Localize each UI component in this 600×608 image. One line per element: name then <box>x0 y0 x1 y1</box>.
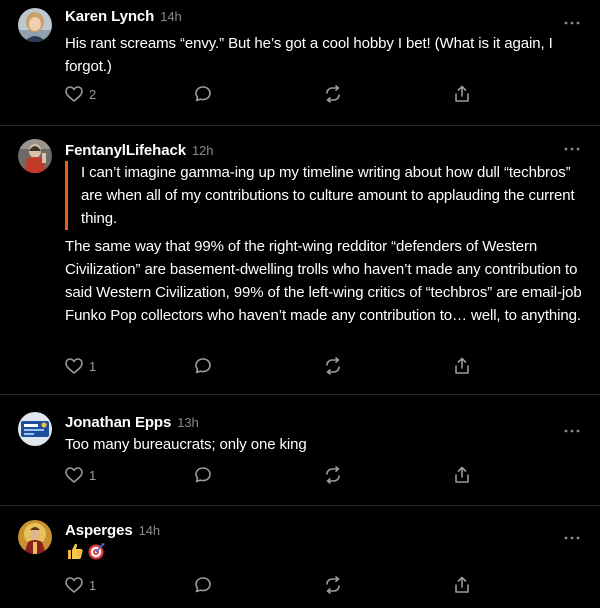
author-name[interactable]: FentanylLifehack <box>65 142 186 159</box>
author-line: Karen Lynch 14h <box>65 8 182 25</box>
action-bar: 1 <box>65 465 485 485</box>
avatar[interactable] <box>18 412 52 446</box>
restack-icon <box>324 466 342 484</box>
reply-button[interactable] <box>194 84 212 104</box>
avatar[interactable] <box>18 8 52 42</box>
share-icon <box>454 576 470 594</box>
comment-icon <box>194 85 212 103</box>
reply-button[interactable] <box>194 575 212 595</box>
action-bar: 2 <box>65 84 485 104</box>
comment-karen-lynch: Karen Lynch 14h His rant screams “envy.” … <box>0 0 600 125</box>
comment-jonathan-epps: Jonathan Epps 13h Too many bureaucrats; o… <box>0 395 600 505</box>
like-button[interactable]: 1 <box>65 356 96 376</box>
restack-icon <box>324 576 342 594</box>
heart-icon <box>65 467 83 483</box>
like-button[interactable]: 1 <box>65 465 96 485</box>
more-dots-icon[interactable] <box>564 527 580 540</box>
restack-icon <box>324 357 342 375</box>
timestamp[interactable]: 12h <box>192 143 213 158</box>
heart-icon <box>65 577 83 593</box>
author-name[interactable]: Asperges <box>65 522 133 539</box>
quoted-text: I can’t imagine gamma-ing up my timeline… <box>65 161 585 230</box>
more-dots-icon[interactable] <box>564 420 580 433</box>
timestamp[interactable]: 14h <box>160 9 181 24</box>
share-button[interactable] <box>454 356 470 376</box>
comment-icon <box>194 576 212 594</box>
comment-icon <box>194 357 212 375</box>
more-dots-icon[interactable] <box>564 12 580 25</box>
more-dots-icon[interactable] <box>564 138 580 151</box>
comment-fentanyllifehack: FentanylLifehack 12h I can’t imagine gamm… <box>0 126 600 394</box>
timestamp[interactable]: 13h <box>177 415 198 430</box>
author-name[interactable]: Karen Lynch <box>65 8 154 25</box>
comment-asperges: Asperges 14h 1 <box>0 506 600 608</box>
share-icon <box>454 466 470 484</box>
comment-body: His rant screams “envy.” But he’s got a … <box>65 35 553 75</box>
like-count: 2 <box>89 86 97 102</box>
share-icon <box>454 357 470 375</box>
thumbs-up-emoji-icon <box>65 541 85 566</box>
share-button[interactable] <box>454 84 470 104</box>
author-line: Asperges 14h <box>65 522 160 539</box>
restack-button[interactable] <box>324 356 342 376</box>
comments-feed: Karen Lynch 14h His rant screams “envy.” … <box>0 0 600 608</box>
like-count: 1 <box>89 577 97 593</box>
timestamp[interactable]: 14h <box>139 523 160 538</box>
reply-button[interactable] <box>194 465 212 485</box>
share-icon <box>454 85 470 103</box>
author-line: Jonathan Epps 13h <box>65 414 199 431</box>
emoji-line <box>65 542 106 564</box>
like-count: 1 <box>89 467 97 483</box>
comment-body: Too many bureaucrats; only one king <box>65 436 307 453</box>
heart-icon <box>65 358 83 374</box>
heart-icon <box>65 86 83 102</box>
restack-button[interactable] <box>324 575 342 595</box>
restack-button[interactable] <box>324 84 342 104</box>
author-name[interactable]: Jonathan Epps <box>65 414 171 431</box>
direct-hit-emoji-icon <box>86 541 106 566</box>
action-bar: 1 <box>65 575 485 595</box>
restack-button[interactable] <box>324 465 342 485</box>
like-button[interactable]: 1 <box>65 575 96 595</box>
like-button[interactable]: 2 <box>65 84 96 104</box>
like-count: 1 <box>89 358 97 374</box>
reply-button[interactable] <box>194 356 212 376</box>
action-bar: 1 <box>65 356 485 376</box>
share-button[interactable] <box>454 575 470 595</box>
avatar[interactable] <box>18 139 52 173</box>
share-button[interactable] <box>454 465 470 485</box>
comment-icon <box>194 466 212 484</box>
restack-icon <box>324 85 342 103</box>
author-line: FentanylLifehack 12h <box>65 142 213 159</box>
avatar[interactable] <box>18 520 52 554</box>
comment-body: The same way that 99% of the right-wing … <box>65 238 582 324</box>
